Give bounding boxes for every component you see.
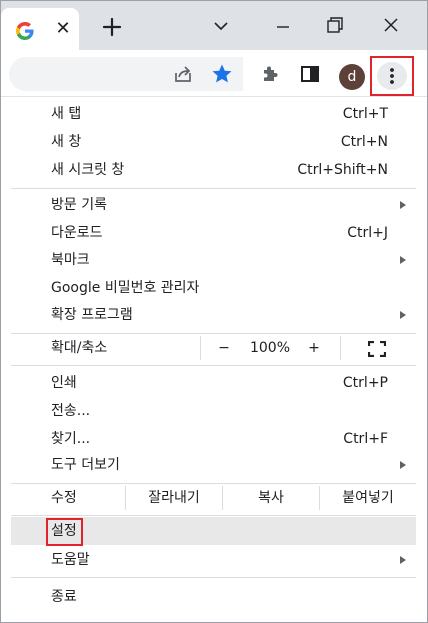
new-tab-plus-icon[interactable]	[99, 14, 125, 40]
tab-search-chevron-icon[interactable]	[204, 11, 238, 41]
menu-row-edit: 수정 잘라내기 복사 붙여넣기	[11, 482, 416, 514]
submenu-arrow-icon	[400, 461, 406, 469]
minimize-icon[interactable]	[266, 11, 300, 41]
settings-highlight-box	[46, 518, 83, 546]
fullscreen-icon[interactable]	[368, 341, 386, 357]
bookmark-star-icon[interactable]	[210, 62, 234, 86]
tab-close-icon[interactable]: ✕	[53, 18, 73, 40]
menu-separator	[11, 515, 416, 516]
close-window-icon[interactable]	[374, 11, 408, 41]
menu-row-zoom: 확대/축소 − 100% +	[11, 332, 416, 364]
active-tab[interactable]: ✕	[1, 8, 79, 50]
menu-item-more-tools[interactable]: 도구 더보기	[11, 451, 416, 479]
menu-item-bookmarks[interactable]: 북마크	[11, 246, 416, 274]
shortcut-label: Ctrl+N	[340, 134, 388, 150]
menu-item-new-window[interactable]: 새 창 Ctrl+N	[11, 128, 416, 156]
zoom-level-value: 100%	[249, 340, 291, 356]
menu-separator	[11, 577, 416, 578]
menu-item-new-incognito-window[interactable]: 새 시크릿 창 Ctrl+Shift+N	[11, 156, 416, 184]
shortcut-label: Ctrl+P	[342, 375, 388, 391]
menu-item-help[interactable]: 도움말	[11, 546, 416, 574]
submenu-arrow-icon	[400, 556, 406, 564]
extensions-puzzle-icon[interactable]	[259, 62, 283, 86]
submenu-arrow-icon	[400, 311, 406, 319]
shortcut-label: Ctrl+T	[342, 106, 388, 122]
menu-item-new-tab[interactable]: 새 탭 Ctrl+T	[11, 100, 416, 128]
tab-strip: ✕	[1, 1, 427, 50]
restore-icon[interactable]	[317, 11, 351, 41]
shortcut-label: Ctrl+J	[347, 225, 388, 241]
zoom-out-button[interactable]: −	[207, 332, 241, 364]
menu-item-extensions[interactable]: 확장 프로그램	[11, 301, 416, 329]
menu-item-history[interactable]: 방문 기록	[11, 191, 416, 219]
address-bar[interactable]	[9, 57, 243, 91]
copy-button[interactable]: 복사	[223, 482, 319, 514]
vertical-dots-icon	[390, 68, 394, 84]
menu-item-downloads[interactable]: 다운로드 Ctrl+J	[11, 219, 416, 247]
side-panel-icon[interactable]	[298, 62, 322, 86]
submenu-arrow-icon	[400, 201, 406, 209]
zoom-in-button[interactable]: +	[299, 332, 329, 364]
menu-item-exit[interactable]: 종료	[11, 583, 416, 611]
cut-button[interactable]: 잘라내기	[126, 482, 222, 514]
chrome-menu: 새 탭 Ctrl+T 새 창 Ctrl+N 새 시크릿 창 Ctrl+Shift…	[11, 97, 416, 611]
menu-separator	[11, 365, 416, 366]
menu-separator	[11, 188, 416, 189]
menu-item-password-manager[interactable]: Google 비밀번호 관리자	[11, 274, 416, 302]
submenu-arrow-icon	[400, 256, 406, 264]
profile-avatar[interactable]: d	[339, 64, 365, 90]
shortcut-label: Ctrl+F	[343, 431, 388, 447]
menu-item-cast[interactable]: 전송...	[11, 397, 416, 425]
menu-item-find[interactable]: 찾기... Ctrl+F	[11, 425, 416, 453]
menu-item-print[interactable]: 인쇄 Ctrl+P	[11, 369, 416, 397]
toolbar: d	[1, 50, 427, 97]
paste-button[interactable]: 붙여넣기	[320, 482, 416, 514]
shortcut-label: Ctrl+Shift+N	[297, 162, 388, 178]
chrome-menu-button[interactable]	[370, 56, 414, 96]
share-icon[interactable]	[171, 62, 195, 86]
google-logo-icon	[16, 22, 34, 40]
